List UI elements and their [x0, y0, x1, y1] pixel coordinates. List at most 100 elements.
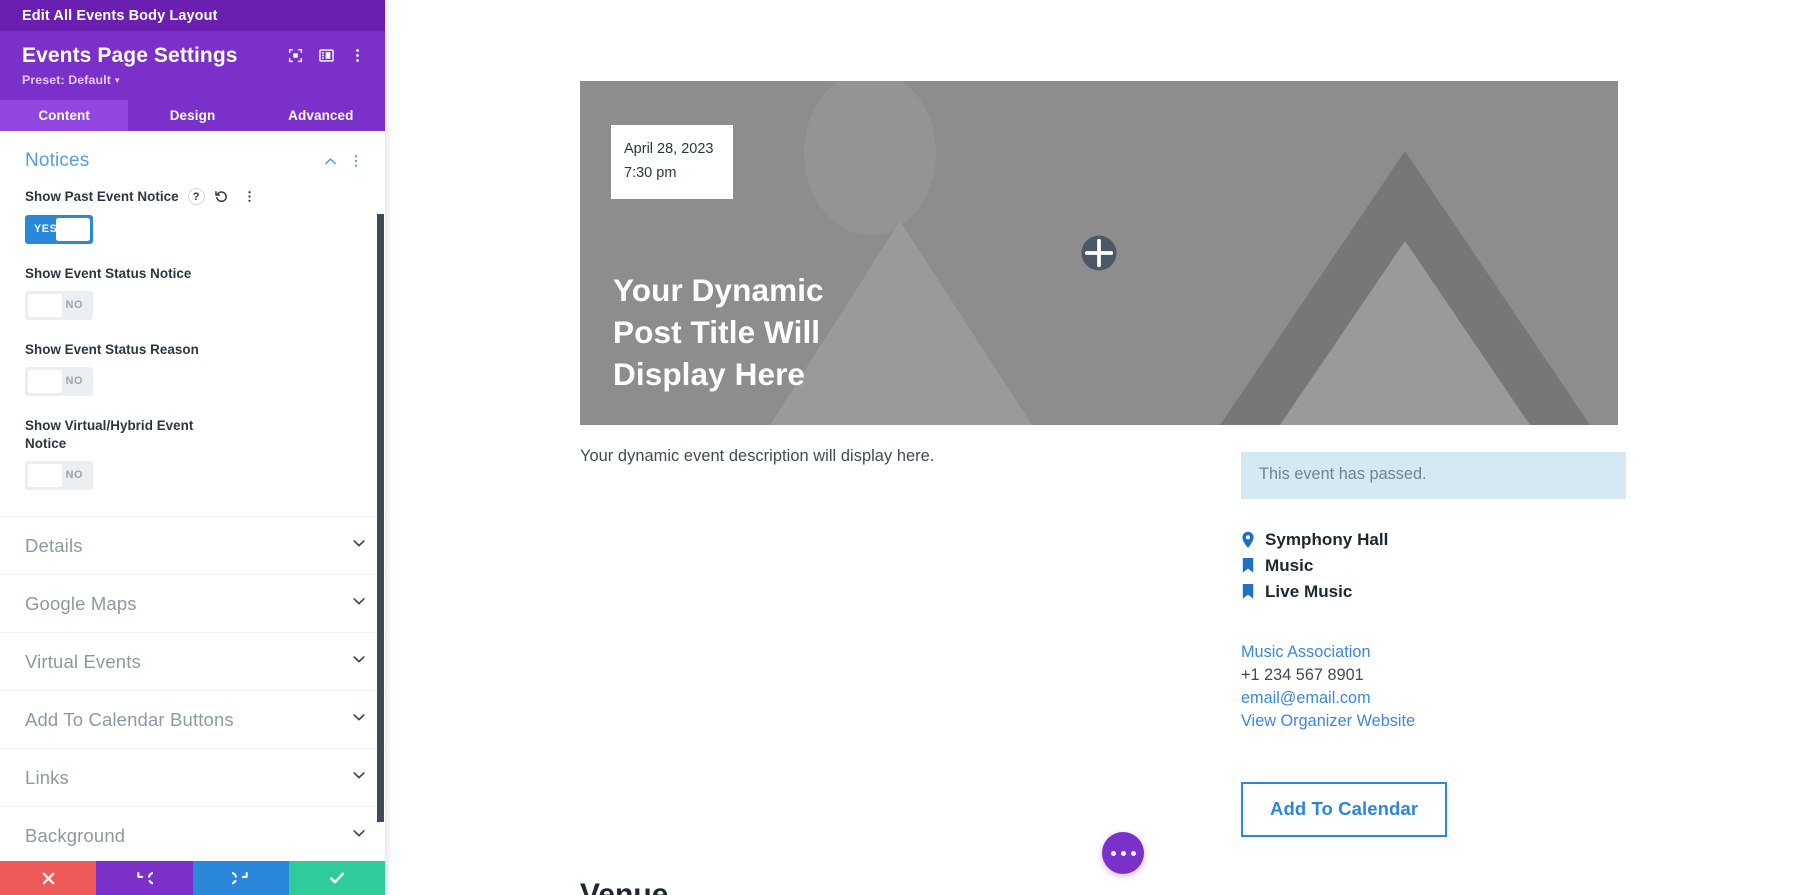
- event-category-row-1: Music: [1241, 553, 1626, 579]
- cancel-button[interactable]: [0, 861, 97, 895]
- field-label: Show Event Status Notice: [25, 266, 192, 281]
- map-pin-icon: [1241, 531, 1265, 549]
- accordion-label: Links: [25, 766, 69, 788]
- organizer-info: Music Association +1 234 567 8901 email@…: [1241, 641, 1626, 733]
- accordion-links[interactable]: Links: [0, 748, 385, 806]
- redo-button[interactable]: [192, 861, 289, 895]
- reset-icon[interactable]: [211, 186, 233, 207]
- ellipsis-dot: [1120, 850, 1126, 856]
- toggle-knob: [56, 218, 90, 241]
- notices-header: Notices: [0, 131, 385, 186]
- panel-scroll-area: Notices Show Past Event Notice ? YES Sho…: [0, 131, 385, 861]
- event-passed-notice: This event has passed.: [1241, 452, 1626, 499]
- tab-advanced-label: Advanced: [288, 108, 354, 123]
- event-date: April 28, 2023: [624, 141, 714, 157]
- event-hero-image[interactable]: April 28, 2023 7:30 pm Your Dynamic Post…: [580, 81, 1618, 425]
- page-title: Events Page Settings: [22, 44, 238, 67]
- ellipsis-dot: [1130, 850, 1136, 856]
- panel-header: Events Page Settings Preset: Default ▼: [0, 31, 385, 100]
- divi-builder-screen: Edit All Events Body Layout Events Page …: [0, 0, 1800, 895]
- panel-tabs: Content Design Advanced: [0, 100, 385, 131]
- settings-panel: Edit All Events Body Layout Events Page …: [0, 0, 385, 895]
- accordion-label: Background: [25, 824, 126, 846]
- accordion-add-to-calendar-buttons[interactable]: Add To Calendar Buttons: [0, 690, 385, 748]
- event-category-label: Live Music: [1265, 582, 1353, 601]
- tab-design-label: Design: [169, 108, 216, 123]
- field-more-options-icon[interactable]: [239, 186, 261, 207]
- field-show-event-status-notice: Show Event Status Notice NO: [0, 265, 385, 320]
- event-title-line-1: Your Dynamic: [613, 272, 824, 308]
- help-icon[interactable]: ?: [187, 188, 205, 205]
- chevron-down-icon: [351, 825, 367, 846]
- add-to-calendar-button[interactable]: Add To Calendar: [1241, 782, 1448, 837]
- field-label: Show Past Event Notice: [25, 188, 179, 204]
- toggle-show-past-event-notice[interactable]: YES: [25, 215, 93, 244]
- toggle-show-event-status-notice[interactable]: NO: [25, 291, 93, 320]
- preset-selector[interactable]: Preset: Default ▼: [22, 73, 370, 87]
- event-venue-label: Symphony Hall: [1265, 530, 1389, 549]
- chevron-down-icon: [351, 535, 367, 556]
- toggle-value: NO: [65, 299, 83, 311]
- accordion-background[interactable]: Background: [0, 806, 385, 861]
- panel-scrollbar[interactable]: [377, 214, 384, 822]
- accordion-google-maps[interactable]: Google Maps: [0, 574, 385, 632]
- more-options-icon[interactable]: [344, 42, 370, 68]
- field-show-event-status-reason: Show Event Status Reason NO: [0, 341, 385, 396]
- event-venue-row: Symphony Hall: [1241, 527, 1626, 553]
- undo-button[interactable]: [96, 861, 193, 895]
- event-category-row-2: Live Music: [1241, 579, 1626, 605]
- panel-layout-icon[interactable]: [313, 42, 339, 68]
- chevron-down-icon: [351, 709, 367, 730]
- field-label: Show Event Status Reason: [25, 342, 199, 357]
- organizer-email-link[interactable]: email@email.com: [1241, 687, 1626, 710]
- event-category-label: Music: [1265, 556, 1314, 575]
- below-fold-heading: Venue: [580, 878, 669, 895]
- breadcrumb-label: Edit All Events Body Layout: [22, 7, 218, 24]
- organizer-website-link[interactable]: View Organizer Website: [1241, 710, 1626, 733]
- bookmark-icon: [1241, 583, 1265, 601]
- focus-icon[interactable]: [282, 42, 308, 68]
- chevron-down-icon: [351, 593, 367, 614]
- notices-section: Notices Show Past Event Notice ? YES Sho…: [0, 131, 385, 516]
- accordion-label: Add To Calendar Buttons: [25, 708, 234, 730]
- panel-body: Notices Show Past Event Notice ? YES Sho…: [0, 131, 385, 895]
- accordion-label: Virtual Events: [25, 650, 141, 672]
- plus-icon: [1084, 238, 1114, 268]
- toggle-show-event-status-reason[interactable]: NO: [25, 367, 93, 396]
- panel-action-bar: [0, 861, 385, 895]
- breadcrumb: Edit All Events Body Layout: [0, 0, 385, 31]
- tab-design[interactable]: Design: [128, 100, 256, 131]
- accordion-virtual-events[interactable]: Virtual Events: [0, 632, 385, 690]
- add-module-button[interactable]: [1081, 235, 1117, 271]
- event-title: Your Dynamic Post Title Will Display Her…: [613, 269, 824, 395]
- preset-label: Preset: Default: [22, 73, 111, 87]
- toggle-value: NO: [65, 375, 83, 387]
- chevron-up-icon[interactable]: [319, 150, 341, 172]
- accordion-label: Details: [25, 534, 83, 556]
- page-canvas: April 28, 2023 7:30 pm Your Dynamic Post…: [385, 0, 1800, 895]
- save-button[interactable]: [288, 861, 385, 895]
- toggle-knob: [28, 294, 62, 317]
- builder-float-button[interactable]: [1102, 832, 1144, 874]
- event-details-sidebar: This event has passed. Symphony Hall Mus…: [1241, 452, 1626, 837]
- bookmark-icon: [1241, 557, 1265, 575]
- tab-content[interactable]: Content: [0, 100, 129, 131]
- field-label: Show Virtual/Hybrid Event Notice: [25, 418, 194, 451]
- field-show-virtual-hybrid-event-notice: Show Virtual/Hybrid Event Notice NO: [0, 417, 385, 490]
- event-meta-list: Symphony Hall Music Live Music: [1241, 527, 1626, 605]
- field-show-past-event-notice: Show Past Event Notice ? YES: [0, 186, 385, 244]
- accordion-label: Google Maps: [25, 592, 137, 614]
- ellipsis-dot: [1110, 850, 1116, 856]
- organizer-name-link[interactable]: Music Association: [1241, 641, 1626, 664]
- toggle-value: YES: [34, 223, 58, 235]
- chevron-down-icon: [351, 651, 367, 672]
- section-more-options-icon[interactable]: [345, 150, 367, 172]
- toggle-show-virtual-hybrid-event-notice[interactable]: NO: [25, 461, 93, 490]
- event-date-badge: April 28, 2023 7:30 pm: [611, 125, 734, 199]
- tab-advanced[interactable]: Advanced: [257, 100, 385, 131]
- toggle-value: NO: [65, 469, 83, 481]
- notices-title: Notices: [25, 150, 90, 171]
- tab-content-label: Content: [38, 108, 90, 123]
- accordion-details[interactable]: Details: [0, 516, 385, 574]
- event-time: 7:30 pm: [624, 165, 677, 181]
